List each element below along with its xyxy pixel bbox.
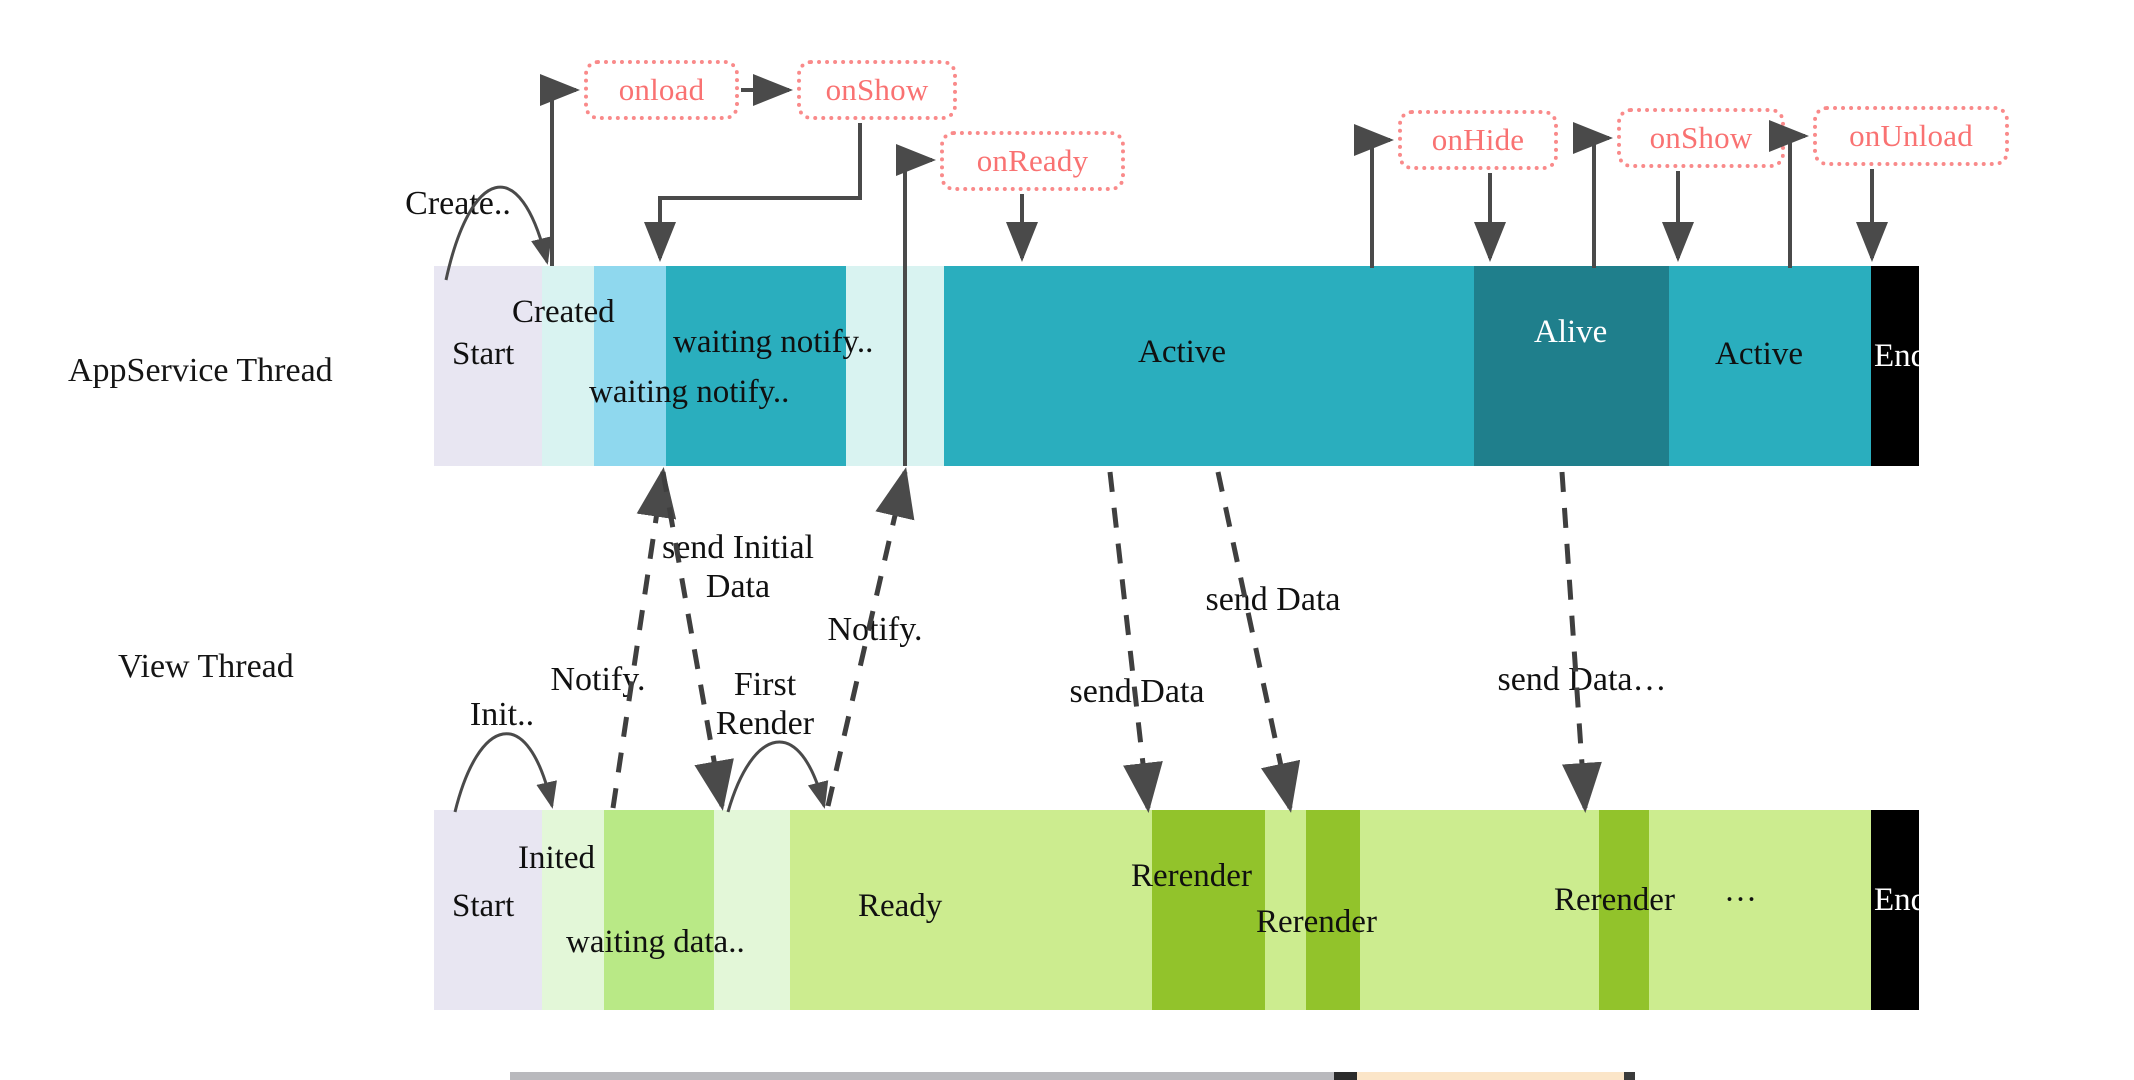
- thread-label-appservice: AppService Thread: [68, 352, 333, 389]
- segment-end[interactable]: [1871, 266, 1919, 466]
- flow-label-first-render: First Render: [715, 666, 815, 743]
- flow-label-create: Create..: [405, 185, 511, 222]
- timeline-track-view: Start Inited waiting data.. Ready Rerend…: [434, 810, 1927, 1010]
- bottom-strip-part: [1356, 1072, 1624, 1080]
- lifecycle-hook-onshow-2[interactable]: onShow: [1617, 108, 1785, 168]
- bottom-strip-part: [1333, 1072, 1357, 1080]
- segment-inited[interactable]: [542, 810, 604, 1010]
- lifecycle-hook-onload[interactable]: onload: [584, 60, 739, 120]
- lifecycle-hook-onshow-1[interactable]: onShow: [797, 60, 957, 120]
- bottom-partial-strip: [510, 1072, 1670, 1080]
- segment-start[interactable]: [434, 810, 542, 1010]
- flow-label-send-initial-data: send Initial Data: [661, 529, 815, 606]
- segment-gap: [846, 266, 944, 466]
- segment-waiting-notify-1[interactable]: [594, 266, 666, 466]
- flow-label-send-data-1: send Data: [1069, 673, 1205, 710]
- segment-end[interactable]: [1871, 810, 1919, 1010]
- segment-waiting-notify-2[interactable]: [666, 266, 846, 466]
- segment-alive[interactable]: [1474, 266, 1669, 466]
- segment-active-2[interactable]: [1669, 266, 1871, 466]
- flow-label-notify-1: Notify.: [550, 661, 646, 698]
- segment-gap: [714, 810, 790, 1010]
- diagram-canvas: AppService Thread View Thread onload onS…: [0, 0, 2134, 1080]
- segment-rerender-2[interactable]: [1306, 810, 1360, 1010]
- flow-label-send-data-3: send Data…: [1497, 661, 1667, 698]
- segment-active-1[interactable]: [944, 266, 1474, 466]
- lifecycle-hook-onready[interactable]: onReady: [940, 131, 1125, 191]
- segment-start[interactable]: [434, 266, 542, 466]
- bottom-strip-part: [510, 1072, 1334, 1080]
- bottom-strip-part: [1635, 1072, 1670, 1080]
- flow-label-notify-2: Notify.: [827, 611, 923, 648]
- bottom-strip-part: [1623, 1072, 1636, 1080]
- flow-label-init: Init..: [469, 696, 535, 733]
- segment-rerender-1[interactable]: [1152, 810, 1265, 1010]
- segment-waiting-data[interactable]: [604, 810, 714, 1010]
- lifecycle-hook-onunload[interactable]: onUnload: [1813, 106, 2009, 166]
- flow-label-send-data-2: send Data: [1205, 581, 1341, 618]
- lifecycle-hook-onhide[interactable]: onHide: [1398, 110, 1558, 170]
- thread-label-view: View Thread: [118, 648, 294, 685]
- timeline-track-appservice: Start Created waiting notify.. waiting n…: [434, 266, 1927, 466]
- segment-rerender-3[interactable]: [1599, 810, 1649, 1010]
